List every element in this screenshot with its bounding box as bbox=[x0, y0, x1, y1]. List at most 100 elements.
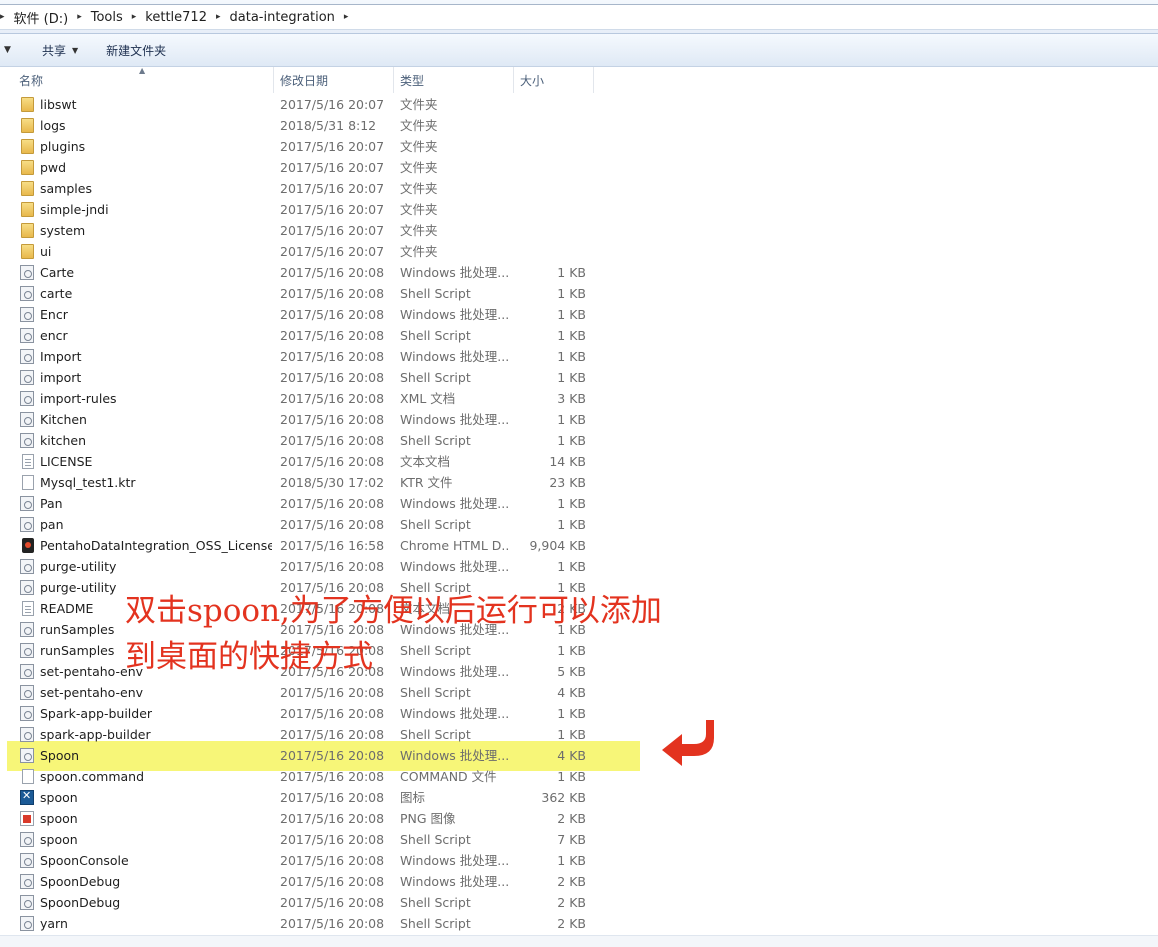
xml-file-icon bbox=[20, 391, 34, 406]
file-row[interactable]: Mysql_test1.ktr 2018/5/30 17:02 KTR 文件 23 K… bbox=[0, 472, 1158, 493]
file-size: 2 KB bbox=[557, 811, 586, 826]
file-modified-date: 2017/5/16 20:08 bbox=[280, 559, 385, 574]
file-row[interactable]: spoon 2017/5/16 20:08 图标 362 KB bbox=[0, 787, 1158, 808]
breadcrumb-chevron-icon[interactable]: ▸ bbox=[77, 12, 82, 22]
share-button[interactable]: 共享 ▼ bbox=[32, 38, 88, 62]
chevron-down-icon: ▼ bbox=[72, 45, 79, 55]
file-row[interactable]: libswt 2017/5/16 20:07 文件夹 bbox=[0, 94, 1158, 115]
file-modified-date: 2017/5/16 20:08 bbox=[280, 706, 385, 721]
file-type: Chrome HTML D... bbox=[400, 538, 510, 553]
file-name: purge-utility bbox=[40, 559, 117, 574]
file-size: 1 KB bbox=[557, 433, 586, 448]
file-modified-date: 2017/5/16 20:08 bbox=[280, 916, 385, 931]
file-name: pan bbox=[40, 517, 64, 532]
file-modified-date: 2017/5/16 20:07 bbox=[280, 160, 385, 175]
shell-script-icon bbox=[20, 832, 34, 847]
file-size: 1 KB bbox=[557, 769, 586, 784]
file-row[interactable]: spoon 2017/5/16 20:08 PNG 图像 2 KB bbox=[0, 808, 1158, 829]
file-row[interactable]: import 2017/5/16 20:08 Shell Script 1 KB bbox=[0, 367, 1158, 388]
file-row[interactable]: spoon.command 2017/5/16 20:08 COMMAND 文件 1 … bbox=[0, 766, 1158, 787]
new-folder-label: 新建文件夹 bbox=[106, 43, 167, 58]
column-header-type[interactable]: 类型 bbox=[394, 67, 514, 93]
batch-file-icon bbox=[20, 265, 34, 280]
file-size: 9,904 KB bbox=[529, 538, 586, 553]
file-row[interactable]: plugins 2017/5/16 20:07 文件夹 bbox=[0, 136, 1158, 157]
file-row[interactable]: encr 2017/5/16 20:08 Shell Script 1 KB bbox=[0, 325, 1158, 346]
curved-arrow-icon bbox=[662, 720, 714, 766]
file-modified-date: 2018/5/31 8:12 bbox=[280, 118, 377, 133]
file-size bbox=[514, 94, 586, 115]
file-row[interactable]: SpoonConsole 2017/5/16 20:08 Windows 批处理..… bbox=[0, 850, 1158, 871]
file-row[interactable]: system 2017/5/16 20:07 文件夹 bbox=[0, 220, 1158, 241]
file-row[interactable]: Pan 2017/5/16 20:08 Windows 批处理... 1 KB bbox=[0, 493, 1158, 514]
file-modified-date: 2017/5/16 20:07 bbox=[280, 202, 385, 217]
file-row[interactable]: Carte 2017/5/16 20:08 Windows 批处理... 1 KB bbox=[0, 262, 1158, 283]
file-type: Shell Script bbox=[400, 370, 471, 385]
file-name: samples bbox=[40, 181, 92, 196]
file-row[interactable]: simple-jndi 2017/5/16 20:07 文件夹 bbox=[0, 199, 1158, 220]
file-row[interactable]: ui 2017/5/16 20:07 文件夹 bbox=[0, 241, 1158, 262]
file-row[interactable]: spark-app-builder 2017/5/16 20:08 Shell Sc… bbox=[0, 724, 1158, 745]
file-row[interactable]: pwd 2017/5/16 20:07 文件夹 bbox=[0, 157, 1158, 178]
file-type: 图标 bbox=[400, 790, 426, 805]
file-name: encr bbox=[40, 328, 68, 343]
breadcrumb-chevron-icon[interactable]: ▸ bbox=[132, 12, 137, 22]
shell-script-icon bbox=[20, 916, 34, 931]
file-row[interactable]: carte 2017/5/16 20:08 Shell Script 1 KB bbox=[0, 283, 1158, 304]
file-row[interactable]: kitchen 2017/5/16 20:08 Shell Script 1 KB bbox=[0, 430, 1158, 451]
file-row[interactable]: pan 2017/5/16 20:08 Shell Script 1 KB bbox=[0, 514, 1158, 535]
file-row[interactable]: Encr 2017/5/16 20:08 Windows 批处理... 1 KB bbox=[0, 304, 1158, 325]
file-type: Windows 批处理... bbox=[400, 349, 510, 364]
file-modified-date: 2017/5/16 20:08 bbox=[280, 769, 385, 784]
file-modified-date: 2017/5/16 20:08 bbox=[280, 412, 385, 427]
file-row[interactable]: purge-utility 2017/5/16 20:08 Windows 批处理.… bbox=[0, 556, 1158, 577]
file-type: Windows 批处理... bbox=[400, 748, 510, 763]
file-type: Windows 批处理... bbox=[400, 307, 510, 322]
breadcrumb-tools[interactable]: Tools bbox=[90, 10, 124, 25]
file-modified-date: 2017/5/16 16:58 bbox=[280, 538, 385, 553]
breadcrumb-chevron-icon[interactable]: ▸ bbox=[216, 12, 221, 22]
batch-file-icon bbox=[20, 622, 34, 637]
file-size: 1 KB bbox=[557, 286, 586, 301]
file-row[interactable]: Kitchen 2017/5/16 20:08 Windows 批处理... 1 KB bbox=[0, 409, 1158, 430]
breadcrumb-drive[interactable]: 软件 (D:) bbox=[13, 8, 70, 27]
file-row[interactable]: Import 2017/5/16 20:08 Windows 批处理... 1 KB bbox=[0, 346, 1158, 367]
file-type: Shell Script bbox=[400, 433, 471, 448]
file-row-spoon-highlighted[interactable]: Spoon 2017/5/16 20:08 Windows 批处理... 4 KB bbox=[0, 745, 1158, 766]
file-name: SpoonDebug bbox=[40, 874, 121, 889]
column-header-date[interactable]: 修改日期 bbox=[274, 67, 394, 93]
file-row[interactable]: SpoonDebug 2017/5/16 20:08 Shell Script 2 K… bbox=[0, 892, 1158, 913]
folder-icon bbox=[21, 97, 34, 112]
breadcrumb-kettle712[interactable]: kettle712 bbox=[144, 10, 208, 25]
file-type: COMMAND 文件 bbox=[400, 769, 497, 784]
breadcrumb-chevron-icon[interactable]: ▸ bbox=[0, 12, 5, 22]
file-row[interactable]: Spark-app-builder 2017/5/16 20:08 Windows … bbox=[0, 703, 1158, 724]
column-header-name[interactable]: 名称 bbox=[13, 67, 274, 93]
file-row[interactable]: LICENSE 2017/5/16 20:08 文本文档 14 KB bbox=[0, 451, 1158, 472]
file-row[interactable]: samples 2017/5/16 20:07 文件夹 bbox=[0, 178, 1158, 199]
batch-file-icon bbox=[20, 559, 34, 574]
file-row[interactable]: PentahoDataIntegration_OSS_Licenses 2017/… bbox=[0, 535, 1158, 556]
file-row[interactable]: SpoonDebug 2017/5/16 20:08 Windows 批处理... 2… bbox=[0, 871, 1158, 892]
batch-file-icon bbox=[20, 748, 34, 763]
breadcrumb-chevron-icon[interactable]: ▸ bbox=[344, 12, 349, 22]
file-modified-date: 2017/5/16 20:08 bbox=[280, 307, 385, 322]
file-row[interactable]: logs 2018/5/31 8:12 文件夹 bbox=[0, 115, 1158, 136]
address-bar[interactable]: ▸ 软件 (D:) ▸ Tools ▸ kettle712 ▸ data-int… bbox=[0, 0, 1158, 34]
batch-file-icon bbox=[20, 307, 34, 322]
organize-dropdown-icon[interactable]: ▼ bbox=[4, 45, 14, 55]
file-name: PentahoDataIntegration_OSS_Licenses bbox=[40, 538, 272, 553]
file-row[interactable]: spoon 2017/5/16 20:08 Shell Script 7 KB bbox=[0, 829, 1158, 850]
blank-file-icon bbox=[22, 769, 34, 784]
file-size bbox=[514, 241, 586, 262]
file-row[interactable]: yarn 2017/5/16 20:08 Shell Script 2 KB bbox=[0, 913, 1158, 934]
file-size: 23 KB bbox=[549, 475, 586, 490]
breadcrumb-data-integration[interactable]: data-integration bbox=[229, 10, 336, 25]
file-row[interactable]: import-rules 2017/5/16 20:08 XML 文档 3 KB bbox=[0, 388, 1158, 409]
file-row[interactable]: set-pentaho-env 2017/5/16 20:08 Shell Scri… bbox=[0, 682, 1158, 703]
new-folder-button[interactable]: 新建文件夹 bbox=[96, 38, 176, 62]
command-bar: ▼ 共享 ▼ 新建文件夹 bbox=[0, 34, 1158, 67]
file-size: 1 KB bbox=[557, 265, 586, 280]
batch-file-icon bbox=[20, 706, 34, 721]
column-header-size[interactable]: 大小 bbox=[514, 67, 594, 93]
